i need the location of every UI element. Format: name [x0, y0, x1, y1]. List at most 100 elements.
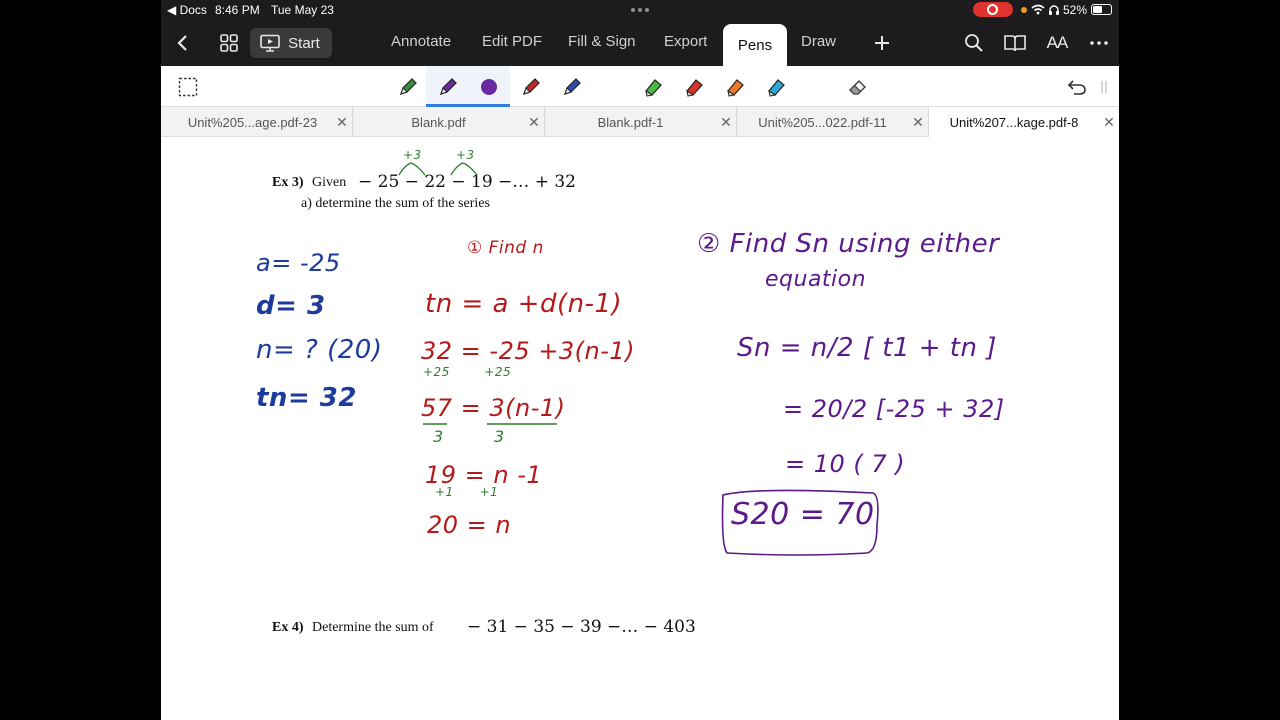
- highlighter-orange[interactable]: [723, 74, 749, 100]
- pen-green[interactable]: [395, 74, 421, 100]
- status-time: 8:46 PM: [215, 3, 260, 17]
- plus-icon: [875, 36, 889, 50]
- ex3-given: Given: [312, 175, 347, 190]
- ipad-screen: ◀ Docs 8:46 PM Tue May 23 52% Start Anno…: [161, 0, 1119, 720]
- multitask-dots-icon[interactable]: [631, 8, 649, 12]
- headphones-icon: [1049, 5, 1059, 15]
- tab-pens[interactable]: Pens: [723, 24, 787, 66]
- doc-tab[interactable]: Unit%205...022.pdf-11 ✕: [737, 107, 929, 137]
- equation-n-result: 20 = n: [427, 511, 512, 539]
- given-a: a= -25: [256, 249, 341, 277]
- pen-icon: [564, 78, 581, 95]
- doc-tab-label: Unit%205...age.pdf-23: [187, 114, 318, 130]
- tab-export[interactable]: Export: [664, 33, 707, 51]
- add-tab-button[interactable]: [869, 28, 895, 58]
- pen-icon: [440, 78, 457, 95]
- doc-tab-active[interactable]: Unit%207...kage.pdf-8 ✕: [929, 107, 1119, 137]
- close-tab-icon[interactable]: ✕: [332, 114, 352, 131]
- pdf-page[interactable]: Ex 3) Given − 25 − 22 − 19 −… + 32 a) de…: [161, 137, 1119, 720]
- doc-tab-label: Unit%207...kage.pdf-8: [949, 114, 1079, 130]
- formula-sn: Sn = n/2 [ t1 + tn ]: [737, 333, 997, 363]
- formula-tn: tn = a +d(n-1): [425, 289, 623, 319]
- equation-simplified: 57 = 3(n-1): [421, 394, 566, 422]
- ex4-text: Determine the sum of: [312, 620, 434, 635]
- step2-heading-line2: equation: [765, 267, 867, 292]
- close-tab-icon[interactable]: ✕: [524, 114, 544, 131]
- pen-color-swatch[interactable]: [476, 74, 502, 100]
- pen-icon: [400, 78, 417, 95]
- sn-substitute: = 20/2 [-25 + 32]: [783, 395, 1005, 423]
- back-to-app-link[interactable]: ◀ Docs: [167, 3, 207, 17]
- highlighter-red[interactable]: [682, 74, 708, 100]
- more-options-button[interactable]: [1087, 28, 1111, 58]
- tab-pens-label: Pens: [737, 36, 773, 54]
- battery-percent: 52%: [1063, 3, 1088, 17]
- selection-icon: [178, 77, 198, 97]
- ex3-part-a: a) determine the sum of the series: [301, 196, 490, 211]
- close-tab-icon[interactable]: ✕: [716, 114, 736, 131]
- doc-tab-label: Unit%205...022.pdf-11: [758, 114, 887, 130]
- color-dot-icon: [481, 79, 497, 95]
- doc-tab-label: Blank.pdf-1: [597, 114, 664, 130]
- doc-tab[interactable]: Blank.pdf ✕: [353, 107, 545, 137]
- difference-label-1: +3: [403, 148, 422, 162]
- ex3-label: Ex 3): [272, 175, 304, 190]
- equation-substitute: 32 = -25 +3(n-1): [421, 337, 635, 365]
- highlighter-icon: [645, 79, 662, 97]
- pen-red[interactable]: [518, 74, 544, 100]
- undo-button[interactable]: [1064, 74, 1090, 100]
- doc-tab[interactable]: Blank.pdf-1 ✕: [545, 107, 737, 137]
- toolbar-drag-handle[interactable]: [1097, 74, 1111, 100]
- text-size-button[interactable]: AA: [1045, 28, 1069, 58]
- back-button[interactable]: [171, 28, 193, 58]
- highlighter-icon: [727, 79, 744, 97]
- mic-indicator-icon: [1021, 7, 1027, 13]
- pen-icon: [523, 78, 540, 95]
- pens-toolbar: [161, 66, 1119, 107]
- close-tab-icon[interactable]: ✕: [1099, 114, 1119, 131]
- close-tab-icon[interactable]: ✕: [908, 114, 928, 131]
- ex4-label: Ex 4): [272, 620, 304, 635]
- equation-add-1: +1 +1: [435, 485, 499, 499]
- start-presentation-button[interactable]: Start: [250, 28, 332, 58]
- chevron-left-icon: [177, 35, 187, 51]
- tab-draw[interactable]: Draw: [801, 33, 836, 51]
- given-d: d= 3: [256, 291, 326, 321]
- tab-edit-pdf[interactable]: Edit PDF: [482, 33, 542, 51]
- eraser-tool[interactable]: [845, 74, 871, 100]
- given-tn: tn= 32: [256, 383, 357, 413]
- highlighter-cyan[interactable]: [764, 74, 790, 100]
- lasso-select-tool[interactable]: [175, 74, 201, 100]
- status-bar: ◀ Docs 8:46 PM Tue May 23 52%: [161, 0, 1119, 20]
- tab-fill-sign[interactable]: Fill & Sign: [568, 33, 636, 51]
- drag-handle-icon: [1101, 81, 1107, 93]
- given-n: n= ? (20): [256, 335, 383, 365]
- thumbnails-button[interactable]: [217, 28, 241, 58]
- search-icon: [965, 34, 983, 52]
- ellipsis-icon: [1090, 41, 1108, 45]
- doc-tab[interactable]: Unit%205...age.pdf-23 ✕: [173, 107, 353, 137]
- pen-purple[interactable]: [435, 74, 461, 100]
- book-icon: [1004, 35, 1026, 52]
- text-size-icon: AA: [1046, 33, 1069, 52]
- sn-result: S20 = 70: [731, 497, 875, 532]
- step2-heading: ② Find Sn using either: [697, 229, 1000, 259]
- equation-add-25: +25 +25: [423, 365, 512, 379]
- pen-blue[interactable]: [559, 74, 585, 100]
- ex4-series: − 31 − 35 − 39 −… − 403: [467, 617, 696, 637]
- screen-record-icon[interactable]: [973, 2, 1013, 17]
- undo-icon: [1067, 80, 1086, 95]
- grid-icon: [220, 34, 238, 52]
- highlighter-green[interactable]: [641, 74, 667, 100]
- wifi-icon: [1031, 4, 1045, 15]
- document-tabs: Unit%205...age.pdf-23 ✕ Blank.pdf ✕ Blank.…: [161, 107, 1119, 137]
- equation-divide-3: 3 3: [433, 427, 505, 446]
- step1-heading: ① Find n: [467, 238, 544, 258]
- start-label: Start: [288, 34, 320, 52]
- highlighter-icon: [686, 79, 703, 97]
- tab-annotate[interactable]: Annotate: [391, 33, 451, 51]
- eraser-icon: [849, 80, 866, 95]
- search-button[interactable]: [962, 28, 986, 58]
- reading-mode-button[interactable]: [1003, 28, 1027, 58]
- sn-multiply: = 10 ( 7 ): [785, 450, 906, 478]
